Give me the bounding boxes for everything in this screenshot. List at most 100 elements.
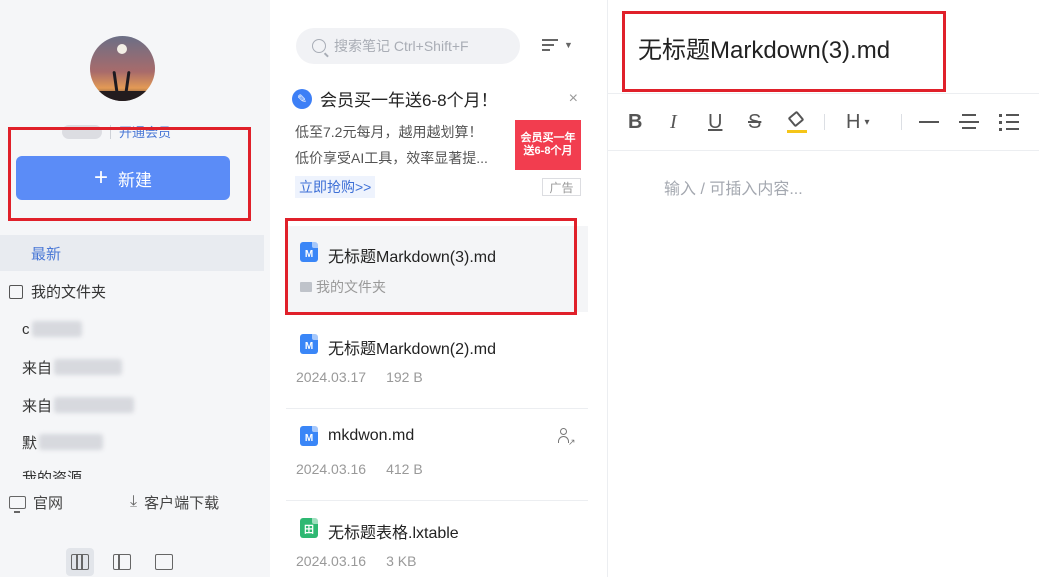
shared-user-icon[interactable]: ↗ [558,428,576,447]
grid-icon [9,246,23,260]
redacted-text [39,434,104,450]
two-column-layout-button[interactable] [108,548,136,576]
folder-item-label: 我的资源 [22,470,83,479]
sidebar-item-my-folders[interactable]: 我的文件夹 [0,273,264,309]
website-link[interactable]: 官网 [9,492,63,513]
ad-text-line: 低价享受AI工具，效率显著提... [295,150,488,166]
avatar-moon [117,44,127,54]
underline-button[interactable]: U [708,108,722,136]
folder-item[interactable]: 来自 [22,395,135,415]
note-title: mkdwon.md [328,427,415,444]
chevron-down-icon: ▾ [864,116,870,128]
horizontal-rule-button[interactable] [918,108,940,136]
toolbar-divider [824,114,825,130]
note-size: 3 KB [386,553,417,569]
note-date: 2024.03.16 [296,461,367,477]
bold-button[interactable]: B [628,108,642,136]
avatar[interactable] [90,36,155,101]
folder-item-label: c [22,320,30,338]
new-button[interactable]: + 新建 [16,156,230,200]
ad-tag-badge: 广告 [542,178,581,196]
heading-dropdown[interactable]: H ▾ [846,108,869,136]
editor-toolbar: B I U S H ▾ [608,93,1039,151]
note-list-item[interactable]: 田 无标题表格.lxtable 2024.03.16 3 KB [286,502,588,577]
horizontal-rule-icon [919,121,939,123]
folder-icon [300,282,312,292]
folder-icon [9,285,23,299]
divider [286,500,588,501]
ad-image-text: 送6-8个月 [523,145,573,157]
avatar-ground [90,91,155,101]
download-label: 客户端下载 [144,494,220,512]
redacted-text [31,321,82,337]
three-column-layout-button[interactable] [66,548,94,576]
close-icon[interactable]: × [569,90,578,108]
vip-badge [62,124,102,139]
note-list-item[interactable]: M 无标题Markdown(2).md 2024.03.17 192 B [286,318,588,404]
sidebar-item-label: 最新 [31,245,62,263]
folder-item[interactable]: 来自 [22,357,123,377]
ad-banner[interactable]: ✎ 会员买一年送6-8个月！ × 低至7.2元每月，越用越划算！ 低价享受AI工… [292,86,582,200]
sort-icon [542,38,560,52]
app-window: 开通会员 + 新建 最新 我的文件夹 c 来自 来自 默 我的资源 官网 ⤓ 客… [0,0,1039,577]
note-list-item[interactable]: M mkdwon.md ↗ 2024.03.16 412 B [286,410,588,496]
note-list-panel: ▼ ✎ 会员买一年送6-8个月！ × 低至7.2元每月，越用越划算！ 低价享受A… [270,0,608,577]
ad-title: 会员买一年送6-8个月！ [320,91,498,110]
chevron-down-icon: ▼ [564,40,573,50]
note-title: 无标题Markdown(2).md [328,341,497,358]
divider [286,408,588,409]
divider [110,124,111,139]
plus-icon: + [93,164,108,191]
download-icon: ⤓ [130,493,138,510]
single-column-layout-button[interactable] [150,548,178,576]
markdown-file-icon: M [300,426,318,446]
folder-item-label: 默 [22,434,38,452]
highlight-button[interactable] [786,108,808,136]
highlighter-icon [787,110,807,133]
quote-icon [959,113,979,131]
sidebar: 开通会员 + 新建 最新 我的文件夹 c 来自 来自 默 我的资源 官网 ⤓ 客… [0,0,270,577]
sort-button[interactable]: ▼ [542,38,573,52]
folder-item-label: 来自 [22,359,53,377]
avatar-figure [124,70,131,94]
redacted-text [54,359,123,375]
open-vip-link[interactable]: 开通会员 [119,122,171,141]
markdown-file-icon: M [300,334,318,354]
toolbar-divider [901,114,902,130]
monitor-icon [9,495,26,513]
italic-button[interactable]: I [670,108,677,136]
ad-buy-now-link[interactable]: 立即抢购>> [295,176,376,198]
bullet-list-icon [999,113,1019,131]
sidebar-item-label: 我的文件夹 [31,283,107,301]
document-title[interactable]: 无标题Markdown(3).md [638,30,890,65]
download-client-link[interactable]: ⤓ 客户端下载 [130,492,219,513]
folder-item[interactable]: 我的资源 [22,467,82,479]
table-file-icon: 田 [300,518,318,538]
search-icon [312,39,326,53]
note-list-item[interactable]: M 无标题Markdown(3).md 我的文件夹 [286,226,588,312]
heading-icon: H [846,110,861,133]
folder-item[interactable]: 默 [22,432,104,452]
website-label: 官网 [33,494,64,512]
note-date: 2024.03.16 [296,553,367,569]
note-folder: 我的文件夹 [300,277,386,297]
note-title: 无标题Markdown(3).md [328,249,497,266]
ad-image[interactable]: 会员买一年 送6-8个月 [515,120,581,170]
ad-title-row: ✎ 会员买一年送6-8个月！ [292,86,582,111]
note-meta: 2024.03.17 192 B [296,369,423,385]
three-column-icon [71,554,89,570]
folder-item[interactable]: c [22,319,82,339]
strikethrough-button[interactable]: S [748,108,761,136]
note-folder-label: 我的文件夹 [316,279,386,295]
quote-button[interactable] [958,108,980,136]
layout-switcher [66,548,178,576]
single-column-icon [155,554,173,570]
bullet-list-button[interactable] [998,108,1020,136]
editor-content-area[interactable]: 输入 / 可插入内容... [664,175,803,199]
search-box[interactable] [296,28,520,64]
search-input[interactable] [334,38,504,54]
note-date: 2024.03.17 [296,369,367,385]
sidebar-item-latest[interactable]: 最新 [0,235,264,271]
vip-row: 开通会员 [62,122,171,141]
markdown-file-icon: M [300,242,318,262]
